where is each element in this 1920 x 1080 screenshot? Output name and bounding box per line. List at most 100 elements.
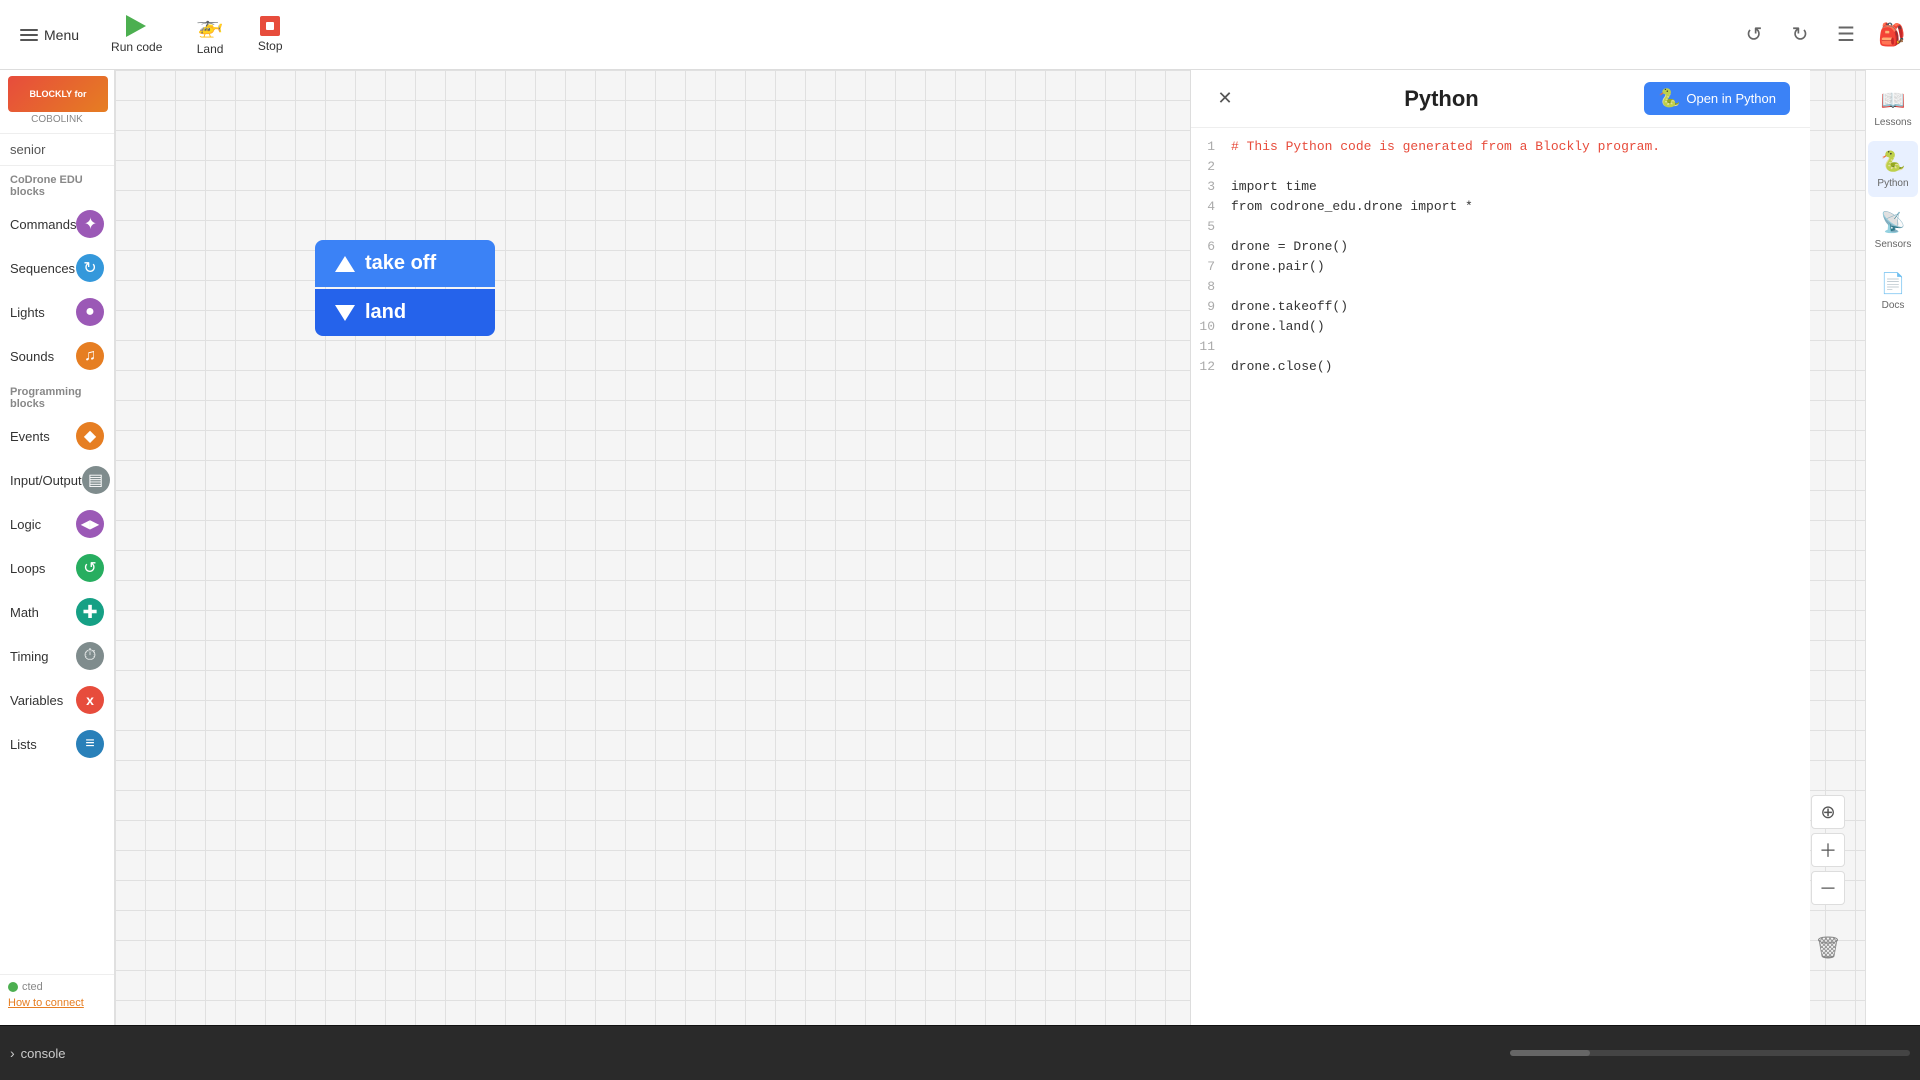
- math-icon: ✚: [76, 598, 104, 626]
- options-button[interactable]: ☰: [1828, 17, 1864, 53]
- sensors-label: Sensors: [1875, 239, 1912, 250]
- code-line-8: 8: [1191, 278, 1810, 298]
- toolbar: Menu Run code 🚁 Land Stop ↺ ↻ ☰ 🎒: [0, 0, 1920, 70]
- python-panel-icon: 🐍: [1881, 149, 1906, 174]
- lists-icon: ≡: [76, 730, 104, 758]
- undo-icon: ↺: [1746, 22, 1763, 47]
- canvas-area[interactable]: take off land ⊕ ＋ － 🗑 ✕ Python 🐍 O: [115, 70, 1865, 1025]
- redo-button[interactable]: ↻: [1782, 17, 1818, 53]
- console-toggle[interactable]: › console: [10, 1045, 65, 1061]
- python-title: Python: [1404, 86, 1479, 112]
- scrollbar-thumb[interactable]: [1510, 1050, 1590, 1056]
- code-line-7: 7 drone.pair(): [1191, 258, 1810, 278]
- lessons-panel-btn[interactable]: 📖 Lessons: [1868, 80, 1918, 136]
- open-python-label: Open in Python: [1686, 91, 1776, 106]
- stop-button[interactable]: Stop: [246, 12, 295, 57]
- menu-label: Menu: [44, 27, 79, 43]
- code-line-4: 4 from codrone_edu.drone import *: [1191, 198, 1810, 218]
- docs-panel-btn[interactable]: 📄 Docs: [1868, 263, 1918, 319]
- undo-button[interactable]: ↺: [1736, 17, 1772, 53]
- sidebar-item-variables[interactable]: Variables x: [0, 678, 114, 722]
- sidebar-item-timing[interactable]: Timing ⏱: [0, 634, 114, 678]
- bag-button[interactable]: 🎒: [1874, 17, 1910, 53]
- sidebar: BLOCKLY for COBOLINK senior CoDrone EDU …: [0, 70, 115, 1025]
- sensors-icon: 📡: [1881, 210, 1906, 235]
- zoom-out-btn[interactable]: －: [1811, 871, 1845, 905]
- code-line-9: 9 drone.takeoff(): [1191, 298, 1810, 318]
- takeoff-block[interactable]: take off: [315, 240, 495, 287]
- sidebar-item-sounds[interactable]: Sounds ♫: [0, 334, 114, 378]
- python-panel-label: Python: [1877, 178, 1908, 189]
- run-icon: [126, 15, 148, 37]
- python-panel-btn[interactable]: 🐍 Python: [1868, 141, 1918, 197]
- python-close-button[interactable]: ✕: [1211, 85, 1239, 113]
- hamburger-icon: [20, 29, 38, 41]
- sidebar-item-logic[interactable]: Logic ◀▶: [0, 502, 114, 546]
- code-line-10: 10 drone.land(): [1191, 318, 1810, 338]
- console-arrow-icon: ›: [10, 1045, 15, 1061]
- python-code-area[interactable]: 1 # This Python code is generated from a…: [1191, 128, 1810, 1025]
- right-panel: 📖 Lessons 🐍 Python 📡 Sensors 📄 Docs: [1865, 70, 1920, 1025]
- python-logo-icon: 🐍: [1658, 88, 1680, 109]
- sidebar-item-commands[interactable]: Commands ✦: [0, 202, 114, 246]
- console-label: console: [21, 1046, 66, 1061]
- sounds-icon: ♫: [76, 342, 104, 370]
- code-line-1: 1 # This Python code is generated from a…: [1191, 138, 1810, 158]
- section1-title: CoDrone EDU blocks: [0, 166, 114, 202]
- sidebar-item-sequences[interactable]: Sequences ↻: [0, 246, 114, 290]
- block-group[interactable]: take off land: [315, 240, 495, 336]
- land-label: Land: [197, 42, 224, 56]
- menu-button[interactable]: Menu: [10, 21, 89, 49]
- canvas-tools: ⊕ ＋ －: [1811, 795, 1845, 905]
- how-to-connect-link[interactable]: How to connect: [8, 997, 106, 1009]
- sidebar-item-math[interactable]: Math ✚: [0, 590, 114, 634]
- code-line-11: 11: [1191, 338, 1810, 358]
- inputoutput-icon: ▤: [82, 466, 110, 494]
- commands-icon: ✦: [76, 210, 104, 238]
- cobolink-label: COBOLINK: [8, 112, 106, 127]
- land-icon: 🚁: [196, 13, 223, 39]
- trash-btn[interactable]: 🗑: [1811, 931, 1845, 965]
- bag-icon: 🎒: [1878, 22, 1905, 48]
- arrow-up-icon: [335, 256, 355, 272]
- sidebar-item-inputoutput[interactable]: Input/Output ▤: [0, 458, 114, 502]
- sidebar-item-lists[interactable]: Lists ≡: [0, 722, 114, 766]
- land-block-label: land: [365, 301, 406, 324]
- docs-label: Docs: [1882, 300, 1905, 311]
- timing-icon: ⏱: [76, 642, 104, 670]
- target-btn[interactable]: ⊕: [1811, 795, 1845, 829]
- lessons-icon: 📖: [1881, 88, 1906, 113]
- variables-icon: x: [76, 686, 104, 714]
- connection-area: cted How to connect: [0, 974, 114, 1015]
- run-label: Run code: [111, 40, 162, 54]
- open-in-python-button[interactable]: 🐍 Open in Python: [1644, 82, 1790, 115]
- zoom-in-btn[interactable]: ＋: [1811, 833, 1845, 867]
- code-line-6: 6 drone = Drone(): [1191, 238, 1810, 258]
- python-header: ✕ Python 🐍 Open in Python: [1191, 70, 1810, 128]
- status-dot: [8, 982, 18, 992]
- sensors-panel-btn[interactable]: 📡 Sensors: [1868, 202, 1918, 258]
- land-button[interactable]: 🚁 Land: [184, 9, 235, 60]
- run-code-button[interactable]: Run code: [99, 11, 174, 58]
- options-icon: ☰: [1837, 22, 1855, 47]
- land-block[interactable]: land: [315, 289, 495, 336]
- logic-icon: ◀▶: [76, 510, 104, 538]
- lessons-label: Lessons: [1874, 117, 1911, 128]
- user-label: senior: [0, 134, 114, 166]
- code-line-12: 12 drone.close(): [1191, 358, 1810, 378]
- app-logo: BLOCKLY for: [8, 76, 108, 112]
- close-icon: ✕: [1217, 88, 1232, 109]
- section2-title: Programming blocks: [0, 378, 114, 414]
- loops-icon: ↺: [76, 554, 104, 582]
- code-line-3: 3 import time: [1191, 178, 1810, 198]
- bottom-bar: › console: [0, 1025, 1920, 1080]
- arrow-down-icon: [335, 305, 355, 321]
- sidebar-item-lights[interactable]: Lights ●: [0, 290, 114, 334]
- sequences-icon: ↻: [76, 254, 104, 282]
- connection-text: cted: [22, 981, 43, 993]
- redo-icon: ↻: [1792, 22, 1809, 47]
- sidebar-item-events[interactable]: Events ◆: [0, 414, 114, 458]
- takeoff-label: take off: [365, 252, 436, 275]
- sidebar-item-loops[interactable]: Loops ↺: [0, 546, 114, 590]
- scrollbar-track[interactable]: [1510, 1050, 1910, 1056]
